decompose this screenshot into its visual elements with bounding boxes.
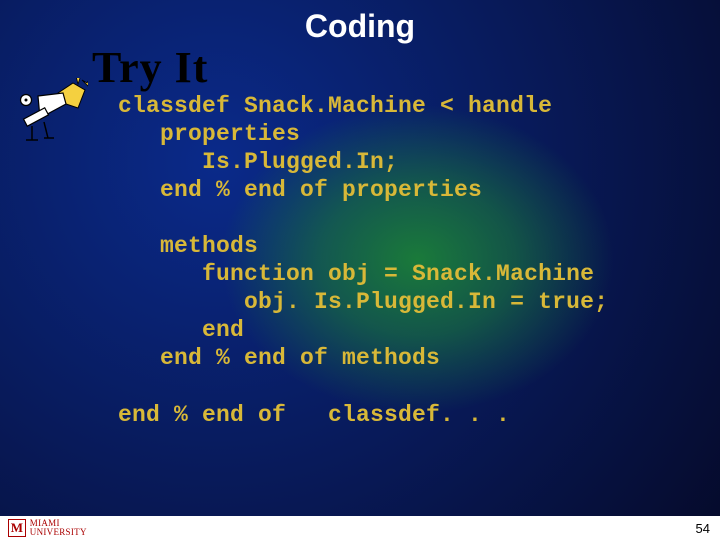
university-logo: M MIAMI UNIVERSITY [8, 518, 118, 538]
code-line: function obj = Snack.Machine [118, 261, 594, 287]
megaphone-icon [18, 78, 88, 148]
slide-title: Coding [0, 8, 720, 45]
code-line: end [118, 317, 244, 343]
code-block: classdef Snack.Machine < handle properti… [118, 92, 608, 429]
code-line: obj. Is.Plugged.In = true; [118, 289, 608, 315]
code-line: end % end of properties [118, 177, 482, 203]
code-line: end % end of methods [118, 345, 440, 371]
slide: Coding Try It classdef Snack.Machine < h… [0, 0, 720, 540]
footer-bar: M MIAMI UNIVERSITY 54 [0, 516, 720, 540]
logo-text: MIAMI UNIVERSITY [30, 519, 118, 537]
try-it-heading: Try It [92, 42, 208, 93]
code-line: end % end of classdef. . . [118, 402, 510, 428]
code-line: properties [118, 121, 300, 147]
page-number: 54 [696, 521, 710, 536]
logo-m-icon: M [8, 519, 26, 537]
code-line: Is.Plugged.In; [118, 149, 398, 175]
code-line: methods [118, 233, 258, 259]
code-line: classdef Snack.Machine < handle [118, 93, 552, 119]
